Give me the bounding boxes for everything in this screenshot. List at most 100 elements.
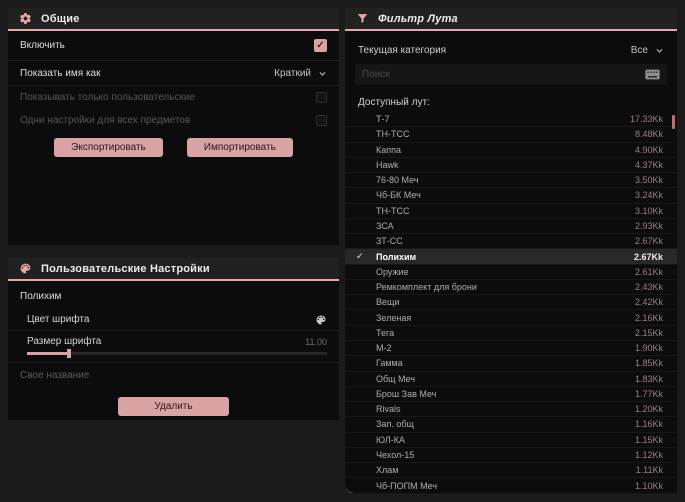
loot-row[interactable]: Брош Зав Меч 1.77Kk <box>345 387 677 403</box>
loot-value: 2.42Kk <box>634 297 663 308</box>
loot-list: Т-7 17.33Kk ТН-ТСС 8.48Kk Каппа 4.90Kk Hawk 4.3… <box>345 112 677 494</box>
custom-settings-header: Пользовательские Настройки <box>8 258 339 281</box>
same-settings-checkbox[interactable] <box>316 114 327 126</box>
font-color-row[interactable]: Цвет шрифта <box>8 309 339 331</box>
only-custom-checkbox[interactable] <box>316 92 327 103</box>
loot-value: 1.85Kk <box>634 358 663 369</box>
chevron-down-icon <box>318 69 327 78</box>
custom-name-input[interactable] <box>20 370 327 381</box>
loot-row[interactable]: Оружие 2.61Kk <box>345 265 677 280</box>
loot-row[interactable]: Вещи 2.42Kk <box>345 295 677 311</box>
category-dropdown-value: Все <box>630 44 648 56</box>
delete-button[interactable]: Удалить <box>118 397 229 416</box>
loot-name: Хлам <box>376 465 399 476</box>
loot-name: Зеленая <box>376 312 412 323</box>
loot-name: Т-7 <box>376 114 390 125</box>
loot-row[interactable]: ЗТ-СС 2.67Kk <box>345 234 677 250</box>
delete-row: Удалить <box>8 397 339 416</box>
loot-row[interactable]: Rivals 1.20Kk <box>345 402 677 418</box>
loot-row[interactable]: Гамма 1.85Kk <box>345 356 677 372</box>
loot-row[interactable]: Хлам 1.11Kk <box>345 463 677 479</box>
loot-name: Hawk <box>376 159 399 170</box>
loot-value: 3.10Kk <box>634 205 663 216</box>
custom-settings-title: Пользовательские Настройки <box>41 262 210 275</box>
custom-name-row <box>8 363 339 388</box>
keyboard-icon[interactable] <box>645 69 660 80</box>
loot-name: Чб-ПОПМ Меч <box>376 480 438 491</box>
general-panel: Общие Включить ✓ Показать имя как Кратки… <box>8 8 339 245</box>
loot-value: 4.90Kk <box>634 144 663 155</box>
loot-name: ЗСА <box>376 220 394 231</box>
loot-name: Вещи <box>376 297 400 308</box>
only-custom-row: Показывать только пользовательские <box>8 86 339 109</box>
loot-row[interactable]: ЗСА 2.93Kk <box>345 219 677 235</box>
selected-item-name: Полихим <box>20 291 62 302</box>
same-settings-label: Одни настройки для всех предметов <box>20 114 191 126</box>
loot-row[interactable]: ТН-ТСС 3.10Kk <box>345 204 677 219</box>
enable-label: Включить <box>20 40 65 51</box>
loot-filter-title: Фильтр Лута <box>378 12 458 25</box>
display-name-label: Показать имя как <box>20 67 101 79</box>
loot-name: Оружие <box>376 266 409 277</box>
font-size-slider[interactable] <box>27 349 327 358</box>
category-row: Текущая категория Все <box>345 37 677 63</box>
loot-row[interactable]: 76-80 Меч 3.50Kk <box>345 173 677 189</box>
loot-row[interactable]: Общ Меч 1.83Kk <box>345 372 677 387</box>
loot-row[interactable]: М-2 1.90Kk <box>345 341 677 357</box>
loot-name: Зап. общ <box>376 419 414 430</box>
loot-value: 1.11Kk <box>635 465 663 476</box>
font-size-block: Размер шрифта 11.00 <box>8 331 339 363</box>
enable-checkbox[interactable]: ✓ <box>314 39 327 52</box>
palette-icon <box>19 262 32 275</box>
loot-row[interactable]: ЮЛ-КА 1.15Kk <box>345 433 677 448</box>
scrollbar-thumb[interactable] <box>672 115 675 129</box>
color-palette-icon[interactable] <box>315 314 327 326</box>
loot-row[interactable]: Зап. общ 1.16Kk <box>345 417 677 433</box>
loot-scrollbar[interactable] <box>672 112 675 494</box>
loot-value: 1.15Kk <box>634 434 663 445</box>
loot-row[interactable]: Тега 2.15Kk <box>345 326 677 341</box>
export-button[interactable]: Экспортировать <box>54 138 163 157</box>
loot-row[interactable]: Т-7 17.33Kk <box>345 112 677 128</box>
loot-row[interactable]: Зеленая 2.16Kk <box>345 310 677 326</box>
loot-value: 2.93Kk <box>634 220 663 231</box>
loot-name: Чб-БК Меч <box>376 190 421 201</box>
only-custom-label: Показывать только пользовательские <box>20 92 195 103</box>
loot-row[interactable]: Hawk 4.37Kk <box>345 158 677 174</box>
loot-row[interactable]: Чб-ПОПМ Меч 1.10Kk <box>345 478 677 494</box>
loot-value: 1.90Kk <box>634 343 663 354</box>
loot-value: 2.15Kk <box>634 327 663 338</box>
mod-menu: Общие Включить ✓ Показать имя как Кратки… <box>0 0 685 502</box>
loot-row[interactable]: Каппа 4.90Kk <box>345 143 677 158</box>
category-dropdown[interactable]: Все <box>631 45 664 56</box>
slider-fill <box>27 352 69 355</box>
loot-row[interactable]: Ремкомплект для брони 2.43Kk <box>345 280 677 296</box>
loot-value: 3.50Kk <box>634 175 663 186</box>
loot-value: 1.12Kk <box>634 449 663 460</box>
search-input[interactable] <box>362 69 645 80</box>
custom-settings-panel: Пользовательские Настройки Полихим Цвет … <box>8 258 339 420</box>
gear-icon <box>19 12 32 25</box>
loot-filter-header: Фильтр Лута <box>345 8 677 31</box>
loot-row[interactable]: ✓ Полихим 2.67Kk <box>345 249 677 265</box>
loot-value: 1.83Kk <box>634 373 663 384</box>
loot-name: ЮЛ-КА <box>376 434 405 445</box>
loot-name: Каппа <box>376 144 402 155</box>
loot-name: Чехол-15 <box>376 449 415 460</box>
loot-value: 2.67Kk <box>634 236 663 247</box>
loot-row[interactable]: Чехол-15 1.12Kk <box>345 448 677 464</box>
loot-name: Общ Меч <box>376 373 416 384</box>
loot-value: 2.67Kk <box>633 251 663 262</box>
loot-value: 1.77Kk <box>634 388 663 399</box>
enable-row: Включить ✓ <box>8 31 339 61</box>
loot-name: Брош Зав Меч <box>376 388 437 399</box>
loot-row[interactable]: ТН-ТСС 8.48Kk <box>345 127 677 143</box>
loot-row[interactable]: Чб-БК Меч 3.24Kk <box>345 188 677 204</box>
loot-name: Гамма <box>376 358 403 369</box>
loot-value: 1.16Kk <box>634 419 663 430</box>
slider-handle[interactable] <box>67 349 71 358</box>
import-button[interactable]: Импортировать <box>186 138 293 157</box>
display-name-dropdown[interactable]: Краткий <box>274 68 327 79</box>
loot-value: 2.43Kk <box>634 282 663 293</box>
loot-name: 76-80 Меч <box>376 175 419 186</box>
